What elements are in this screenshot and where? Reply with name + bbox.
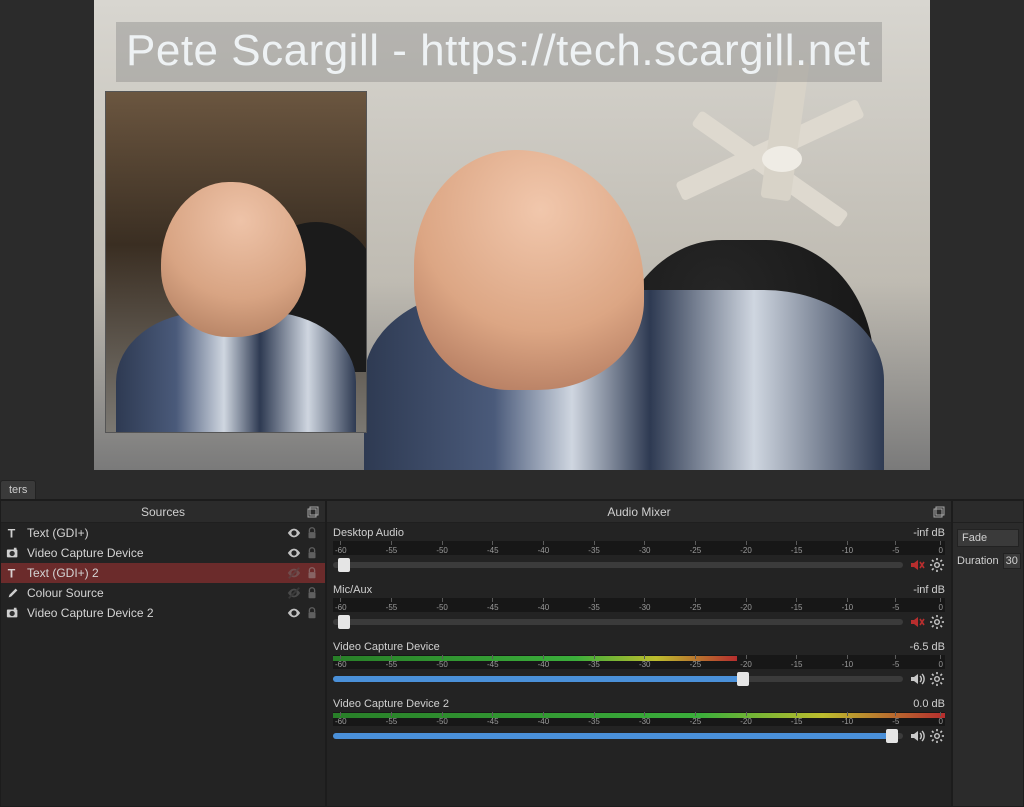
channel-name: Video Capture Device [333, 641, 440, 653]
duration-input[interactable]: 30 [1003, 553, 1021, 569]
audio-meter: -60-55-50-45-40-35-30-25-20-15-10-50 [333, 541, 945, 555]
lock-icon[interactable] [305, 586, 319, 600]
source-row[interactable]: T Text (GDI+) [1, 523, 325, 543]
preview-canvas[interactable]: Pete Scargill - https://tech.scargill.ne… [94, 0, 930, 470]
pip-frame [106, 92, 366, 432]
volume-slider[interactable] [333, 619, 903, 625]
source-row[interactable]: Colour Source [1, 583, 325, 603]
volume-slider[interactable] [333, 562, 903, 568]
overlay-text: Pete Scargill - https://tech.scargill.ne… [116, 22, 882, 82]
source-label: Colour Source [27, 586, 281, 600]
volume-slider[interactable] [333, 676, 903, 682]
gear-icon[interactable] [929, 728, 945, 744]
svg-text:T: T [8, 566, 16, 580]
visibility-toggle-icon[interactable] [287, 546, 301, 560]
channel-name: Desktop Audio [333, 527, 404, 539]
audio-meter: -60-55-50-45-40-35-30-25-20-15-10-50 [333, 655, 945, 669]
camera-icon [5, 606, 21, 620]
channel-db: -inf dB [913, 527, 945, 539]
transitions-header [953, 501, 1023, 523]
sources-header: Sources [1, 501, 325, 523]
lock-icon[interactable] [305, 546, 319, 560]
gear-icon[interactable] [929, 557, 945, 573]
channel-name: Video Capture Device 2 [333, 698, 449, 710]
audio-mixer-panel: Audio Mixer Desktop Audio -inf dB -60-55-5… [326, 500, 952, 807]
speaker-muted-icon[interactable] [909, 614, 925, 630]
source-label: Video Capture Device 2 [27, 606, 281, 620]
mixer-title: Audio Mixer [607, 505, 670, 519]
transition-select-label: Fade [962, 532, 987, 544]
visibility-toggle-icon[interactable] [287, 566, 301, 580]
lock-icon[interactable] [305, 566, 319, 580]
svg-text:T: T [8, 526, 16, 540]
lock-icon[interactable] [305, 526, 319, 540]
source-row[interactable]: Video Capture Device 2 [1, 603, 325, 623]
source-label: Text (GDI+) 2 [27, 566, 281, 580]
brush-icon [5, 586, 21, 600]
sources-title: Sources [141, 505, 185, 519]
person-head [414, 150, 644, 390]
camera-icon [5, 546, 21, 560]
source-label: Video Capture Device [27, 546, 281, 560]
popout-icon[interactable] [933, 506, 945, 518]
transitions-panel: Fade Duration 30 [952, 500, 1024, 807]
audio-meter: -60-55-50-45-40-35-30-25-20-15-10-50 [333, 712, 945, 726]
channel-name: Mic/Aux [333, 584, 372, 596]
text-icon: T [5, 526, 21, 540]
sources-panel: Sources T Text (GDI+) Video Capture Device… [0, 500, 326, 807]
audio-channel: Video Capture Device -6.5 dB -60-55-50-45-… [333, 641, 945, 688]
source-row[interactable]: T Text (GDI+) 2 [1, 563, 325, 583]
duration-label: Duration [957, 555, 999, 567]
mixer-header: Audio Mixer [327, 501, 951, 523]
audio-meter: -60-55-50-45-40-35-30-25-20-15-10-50 [333, 598, 945, 612]
audio-channel: Desktop Audio -inf dB -60-55-50-45-40-35-3… [333, 527, 945, 574]
source-label: Text (GDI+) [27, 526, 281, 540]
text-icon: T [5, 566, 21, 580]
lock-icon[interactable] [305, 606, 319, 620]
speaker-icon[interactable] [909, 671, 925, 687]
mixer-body: Desktop Audio -inf dB -60-55-50-45-40-35-3… [327, 523, 951, 806]
popout-icon[interactable] [307, 506, 319, 518]
gear-icon[interactable] [929, 671, 945, 687]
source-row[interactable]: Video Capture Device [1, 543, 325, 563]
audio-channel: Mic/Aux -inf dB -60-55-50-45-40-35-30-25-2… [333, 584, 945, 631]
dock-panels: Sources T Text (GDI+) Video Capture Device… [0, 500, 1024, 807]
visibility-toggle-icon[interactable] [287, 526, 301, 540]
volume-slider[interactable] [333, 733, 903, 739]
speaker-muted-icon[interactable] [909, 557, 925, 573]
channel-db: -6.5 dB [910, 641, 945, 653]
sources-list: T Text (GDI+) Video Capture Device T Text (G… [1, 523, 325, 806]
tab-strip: ters [0, 476, 1024, 500]
transition-select[interactable]: Fade [957, 529, 1019, 547]
audio-channel: Video Capture Device 2 0.0 dB -60-55-50-45… [333, 698, 945, 745]
speaker-icon[interactable] [909, 728, 925, 744]
channel-db: 0.0 dB [913, 698, 945, 710]
filters-tab[interactable]: ters [0, 480, 36, 499]
preview-area: Pete Scargill - https://tech.scargill.ne… [0, 0, 1024, 476]
channel-db: -inf dB [913, 584, 945, 596]
visibility-toggle-icon[interactable] [287, 606, 301, 620]
visibility-toggle-icon[interactable] [287, 586, 301, 600]
gear-icon[interactable] [929, 614, 945, 630]
